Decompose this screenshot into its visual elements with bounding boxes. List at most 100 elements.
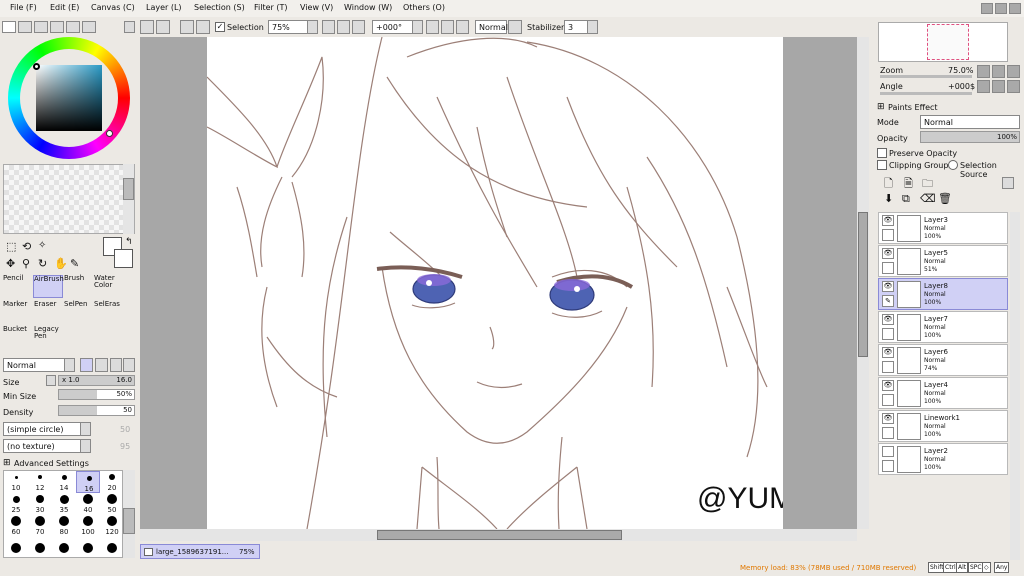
layer-lock-icon[interactable]: [882, 394, 894, 406]
brush-size-cell[interactable]: 35: [52, 493, 76, 515]
layer-mode-select[interactable]: Normal: [920, 115, 1020, 129]
invert-selection-icon[interactable]: [196, 20, 210, 34]
swatches-tab-icon[interactable]: [50, 21, 64, 33]
paints-effect-label[interactable]: Paints Effect: [888, 103, 938, 112]
layer-lock-icon[interactable]: [882, 229, 894, 241]
visibility-eye-icon[interactable]: 👁: [882, 413, 894, 424]
visibility-eye-icon[interactable]: 👁: [882, 248, 894, 259]
merge-down-icon[interactable]: ⧉: [902, 192, 910, 206]
brush-size-cell[interactable]: 30: [28, 493, 52, 515]
transfer-down-icon[interactable]: ⬇: [884, 192, 893, 205]
layer-item[interactable]: 👁 Layer7 Normal 100%: [878, 311, 1008, 343]
menu-edit[interactable]: Edit (E): [50, 3, 79, 12]
tool-seleras[interactable]: SelEras: [94, 301, 124, 324]
color-picker-marker[interactable]: [33, 63, 40, 70]
rotate-tool-icon[interactable]: ↻: [38, 257, 47, 270]
brush-size-cell[interactable]: 10: [4, 471, 28, 493]
layer-item[interactable]: 👁 Layer6 Normal 74%: [878, 344, 1008, 376]
stabilizer-dropdown-icon[interactable]: [587, 20, 598, 34]
paints-effect-expand-icon[interactable]: ⊞: [877, 102, 885, 112]
density-slider[interactable]: 50: [58, 405, 135, 416]
tool-brush[interactable]: Brush: [64, 275, 94, 298]
minimize-button[interactable]: [981, 3, 993, 14]
brush-shape-select[interactable]: (simple circle): [3, 422, 91, 436]
flip-icon[interactable]: [508, 20, 522, 34]
delete-layer-icon[interactable]: 🗑: [938, 192, 952, 205]
rotate-left-icon[interactable]: [426, 20, 439, 34]
hand-icon[interactable]: ✋: [54, 257, 68, 270]
brush-shape-1-icon[interactable]: [80, 358, 93, 372]
brush-size-dot-icon[interactable]: [11, 543, 21, 553]
zoom-in-icon[interactable]: [337, 20, 350, 34]
brush-size-dot-icon[interactable]: [107, 543, 117, 553]
layer-lock-icon[interactable]: [882, 460, 894, 472]
rgb-slider-tab-icon[interactable]: [18, 21, 32, 33]
selection-source-radio[interactable]: [948, 160, 958, 170]
preserve-opacity-checkbox[interactable]: [877, 148, 887, 158]
brush-size-cell[interactable]: 40: [76, 493, 100, 515]
brush-size-dot-icon[interactable]: [35, 543, 45, 553]
tool-pencil[interactable]: Pencil: [3, 275, 33, 298]
scratch-scrollbar[interactable]: [123, 164, 134, 234]
nav-zoom-out-icon[interactable]: [977, 65, 990, 78]
layer-lock-icon[interactable]: [882, 262, 894, 274]
nav-zoom-in-icon[interactable]: [992, 65, 1005, 78]
min-size-slider[interactable]: 50%: [58, 389, 135, 400]
panel-menu-icon[interactable]: [124, 21, 135, 33]
scratchpad-tab-icon[interactable]: [66, 21, 80, 33]
expand-icon[interactable]: ⊞: [3, 458, 11, 468]
layer-item[interactable]: 👁 ✎ Layer8 Normal 100%: [878, 278, 1008, 310]
brush-size-cell[interactable]: 16: [76, 471, 100, 493]
saturation-value-square[interactable]: [36, 65, 102, 131]
hsv-slider-tab-icon[interactable]: [34, 21, 48, 33]
move-icon[interactable]: ✥: [6, 257, 15, 270]
menu-layer[interactable]: Layer (L): [146, 3, 182, 12]
layer-item[interactable]: Layer2 Normal 100%: [878, 443, 1008, 475]
nav-rotate-left-icon[interactable]: [977, 80, 990, 93]
swap-colors-icon[interactable]: ↰: [125, 237, 133, 247]
zoom-reset-icon[interactable]: [352, 20, 365, 34]
brush-size-cell[interactable]: 70: [28, 515, 52, 537]
brush-shape-dropdown-icon[interactable]: [80, 422, 91, 436]
brush-size-dot-icon[interactable]: [83, 543, 93, 553]
angle-dropdown-icon[interactable]: [412, 20, 423, 34]
close-button[interactable]: [1009, 3, 1021, 14]
zoom-out-icon[interactable]: [322, 20, 335, 34]
visibility-eye-icon[interactable]: [882, 446, 894, 457]
layer-lock-icon[interactable]: [882, 427, 894, 439]
layer-lock-icon[interactable]: [882, 361, 894, 373]
brush-size-cell[interactable]: 12: [28, 471, 52, 493]
secondary-color-swatch[interactable]: [114, 249, 133, 268]
layer-item[interactable]: 👁 Linework1 Normal 100%: [878, 410, 1008, 442]
redo-icon[interactable]: [156, 20, 170, 34]
brush-size-cell[interactable]: 14: [52, 471, 76, 493]
size-slider[interactable]: x 1.0 16.0: [58, 375, 135, 386]
lasso-icon[interactable]: ⟲: [22, 240, 31, 253]
rotate-reset-icon[interactable]: [456, 20, 469, 34]
canvas-horizontal-scrollbar[interactable]: [140, 529, 857, 541]
tool-eraser[interactable]: Eraser: [34, 301, 64, 324]
layer-lock-icon[interactable]: [882, 328, 894, 340]
zoom-dropdown-icon[interactable]: [307, 20, 318, 34]
tool-marker[interactable]: Marker: [3, 301, 33, 324]
nav-rotate-right-icon[interactable]: [992, 80, 1005, 93]
brush-shape-3-icon[interactable]: [110, 358, 122, 372]
clipping-group-checkbox[interactable]: [877, 160, 887, 170]
deselect-icon[interactable]: [180, 20, 194, 34]
magic-wand-icon[interactable]: ✧: [38, 240, 46, 251]
menu-others[interactable]: Others (O): [403, 3, 445, 12]
menu-window[interactable]: Window (W): [344, 3, 392, 12]
color-wheel-tab-icon[interactable]: [2, 21, 16, 33]
eyedropper-icon[interactable]: ✎: [70, 257, 79, 270]
brush-shape-2-icon[interactable]: [95, 358, 108, 372]
tool-bucket[interactable]: Bucket: [3, 326, 33, 349]
tool-selpen[interactable]: SelPen: [64, 301, 94, 324]
visibility-eye-icon[interactable]: 👁: [882, 281, 894, 292]
layer-list-scrollbar[interactable]: [1010, 212, 1020, 560]
rotate-right-icon[interactable]: [441, 20, 454, 34]
layer-lock-icon[interactable]: ✎: [882, 295, 894, 307]
nav-zoom-reset-icon[interactable]: [1007, 65, 1020, 78]
blend-mode-field[interactable]: Normal: [475, 20, 508, 34]
undo-icon[interactable]: [140, 20, 154, 34]
menu-filter[interactable]: Filter (T): [254, 3, 287, 12]
